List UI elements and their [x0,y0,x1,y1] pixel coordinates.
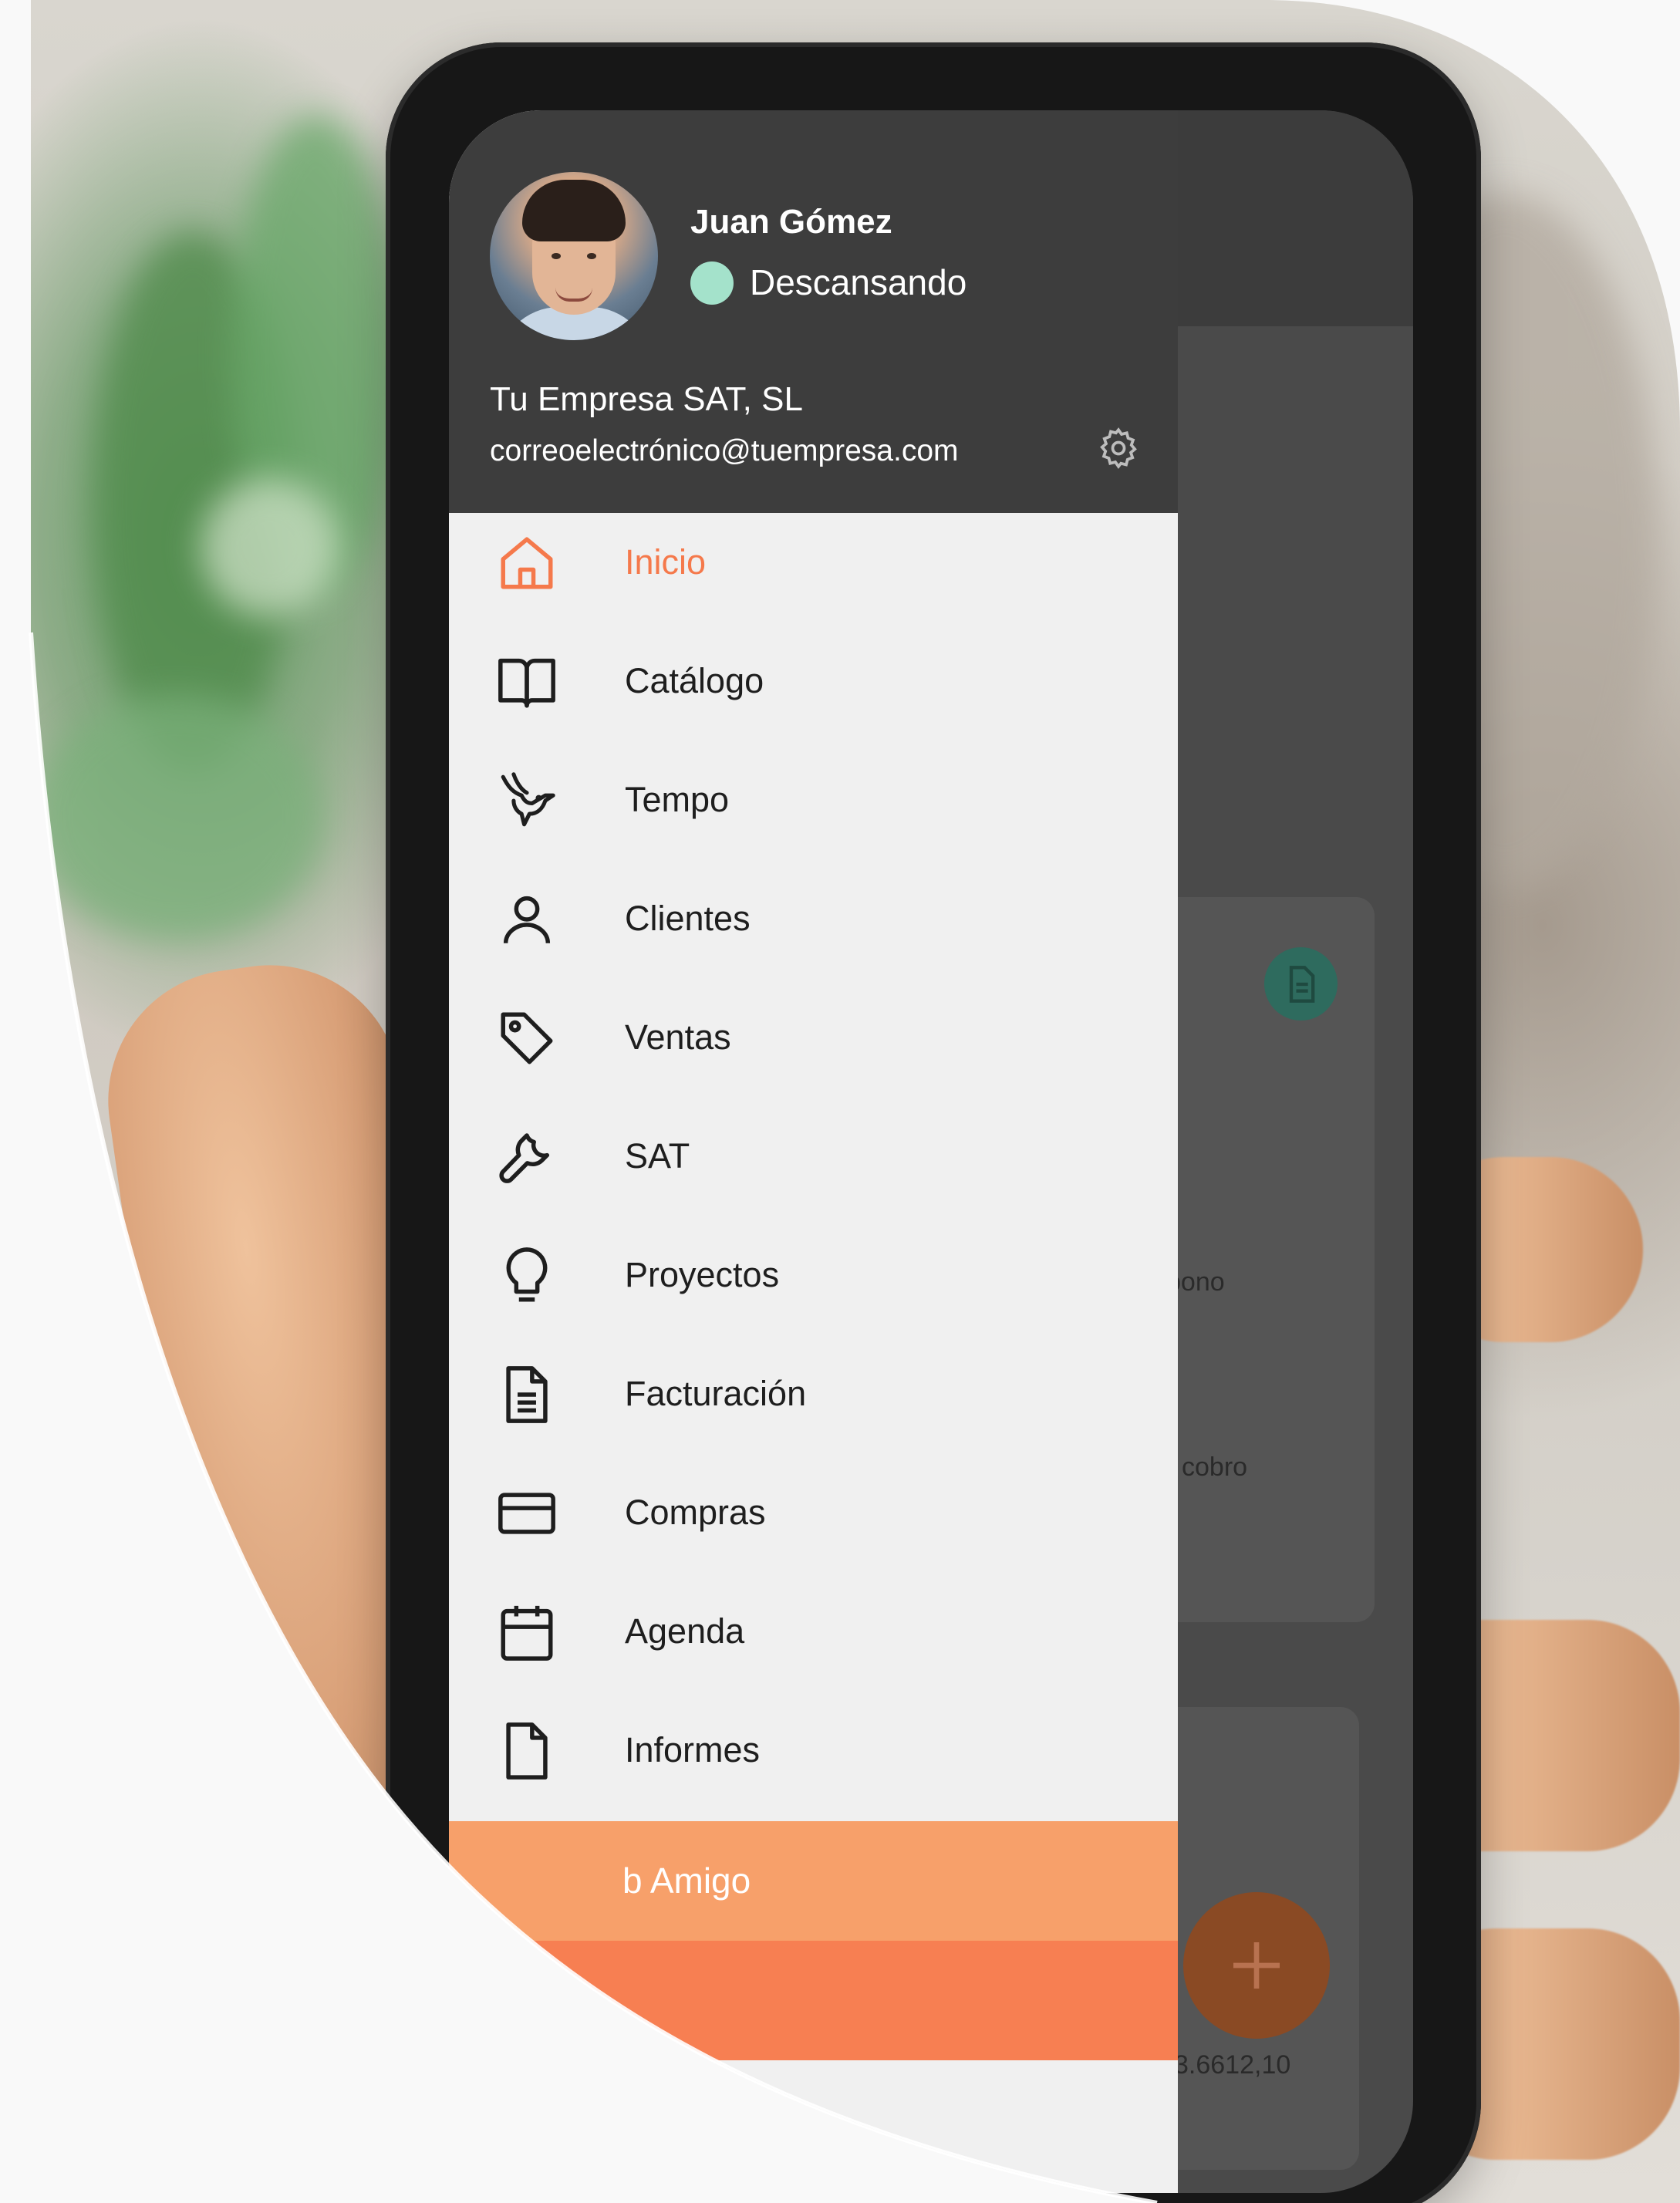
settings-button[interactable] [1095,425,1142,471]
menu-item-informes[interactable]: Informes [449,1692,1178,1810]
menu-item-catalogo[interactable]: Catálogo [449,622,1178,741]
company-name: Tu Empresa SAT, SL [490,380,803,418]
menu-item-label: Compras [625,1493,766,1532]
menu-item-label: Agenda [625,1611,745,1651]
background-photo: pono cobro 3.6612,10 Juan Gómez Descansa… [0,0,1680,2203]
add-button[interactable] [1183,1892,1330,2039]
plus-icon [1226,1935,1287,1996]
menu-item-facturacion[interactable]: Facturación [449,1335,1178,1454]
credit-card-icon [495,1482,558,1545]
partial-text: cobro [1182,1452,1248,1482]
menu-item-inicio[interactable]: Inicio [449,504,1178,622]
menu-item-sat[interactable]: SAT [449,1098,1178,1216]
menu-item-label: Clientes [625,899,751,938]
refer-friend-label: b Amigo [622,1861,751,1901]
menu-item-label: SAT [625,1136,690,1176]
menu-item-label: Facturación [625,1374,807,1413]
user-icon [495,888,558,951]
menu-item-tempo[interactable]: Tempo [449,741,1178,860]
user-status[interactable]: Descansando [750,261,967,303]
promo-banner[interactable] [449,1941,1178,2060]
partial-amount: 3.6612,10 [1174,2050,1291,2080]
phone-screen: pono cobro 3.6612,10 Juan Gómez Descansa… [449,110,1413,2193]
refer-friend-banner[interactable]: b Amigo [449,1821,1178,1941]
report-icon [495,1719,558,1783]
menu-item-label: Proyectos [625,1255,780,1294]
gear-icon [1095,425,1142,471]
book-icon [495,650,558,714]
menu-item-compras[interactable]: Compras [449,1454,1178,1573]
calendar-icon [495,1601,558,1664]
menu-item-agenda[interactable]: Agenda [449,1573,1178,1692]
menu-item-clientes[interactable]: Clientes [449,860,1178,979]
company-email: correoelectrónico@tuempresa.com [490,434,959,467]
wrench-icon [495,1125,558,1189]
drawer-header: Juan Gómez Descansando Tu Empresa SAT, S… [449,110,1178,513]
navigation-drawer: Juan Gómez Descansando Tu Empresa SAT, S… [449,110,1178,2193]
menu-item-label: Informes [625,1730,761,1769]
user-name: Juan Gómez [690,203,892,241]
hummingbird-icon [495,769,558,832]
home-icon [495,531,558,595]
lightbulb-icon [495,1244,558,1307]
menu-item-label: Inicio [625,542,707,582]
menu-item-label: Catálogo [625,661,764,700]
invoice-icon [495,1363,558,1426]
tag-icon [495,1007,558,1070]
avatar[interactable] [490,172,658,340]
status-indicator [690,261,734,305]
menu-item-ventas[interactable]: Ventas [449,979,1178,1098]
menu-item-proyectos[interactable]: Proyectos [449,1216,1178,1335]
document-icon [1281,963,1321,1006]
document-button[interactable] [1264,947,1338,1021]
menu-item-label: Tempo [625,780,730,819]
menu-item-label: Ventas [625,1017,731,1057]
